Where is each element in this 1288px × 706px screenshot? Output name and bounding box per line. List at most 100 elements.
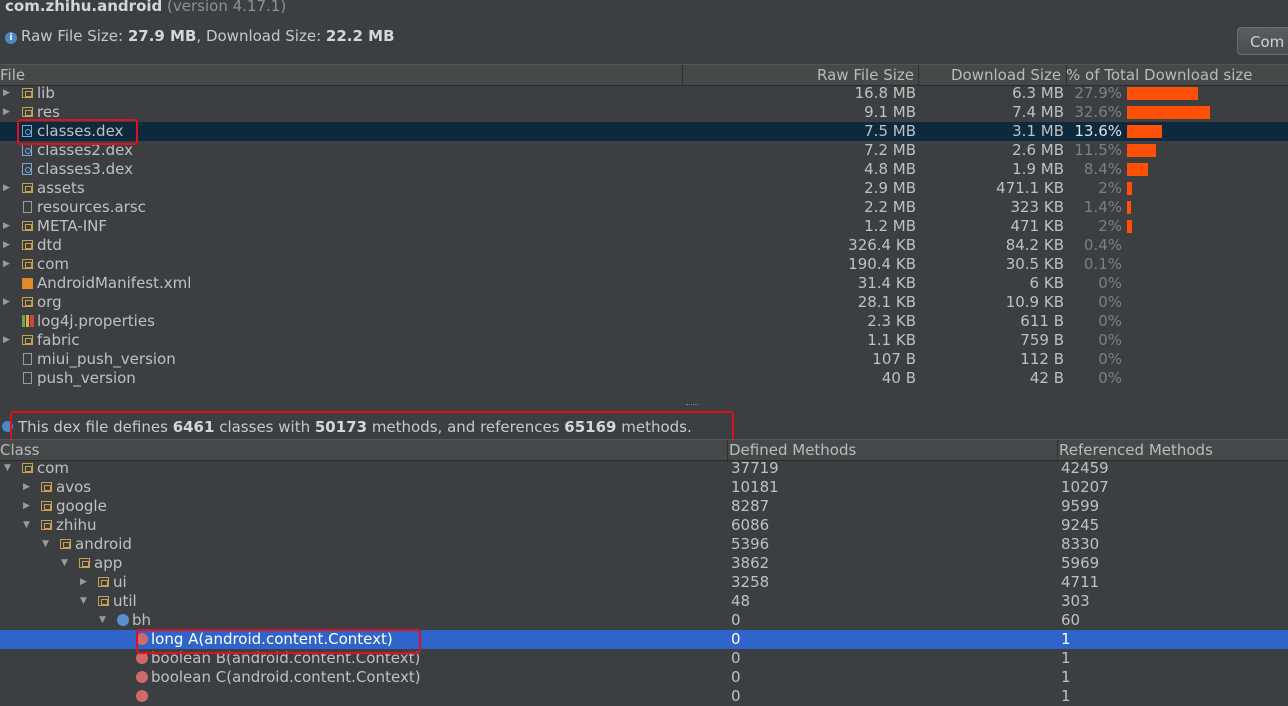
folder-icon xyxy=(22,183,33,193)
defined-methods: 0 xyxy=(731,687,741,705)
file-row[interactable]: miui_push_version 107 B 112 B 0% xyxy=(0,350,1288,369)
package-icon xyxy=(41,482,52,492)
expand-arrow-icon[interactable]: ▶ xyxy=(3,255,10,274)
expand-arrow-icon[interactable]: ▶ xyxy=(80,573,87,592)
class-name: android xyxy=(75,535,132,553)
percent-of-total: 0% xyxy=(1098,350,1122,368)
file-name: miui_push_version xyxy=(37,350,176,368)
collapse-arrow-icon[interactable]: ▼ xyxy=(23,516,30,535)
column-percent-total[interactable]: % of Total Download size xyxy=(1066,65,1252,85)
download-size: 759 B xyxy=(1020,331,1064,349)
referenced-methods: 1 xyxy=(1061,668,1071,686)
file-name: log4j.properties xyxy=(37,312,155,330)
file-row[interactable]: ▶ org 28.1 KB 10.9 KB 0% xyxy=(0,293,1288,312)
size-bar xyxy=(1127,125,1162,138)
expand-arrow-icon[interactable]: ▶ xyxy=(23,478,30,497)
column-file[interactable]: File xyxy=(0,65,25,85)
expand-arrow-icon[interactable]: ▶ xyxy=(3,236,10,255)
package-row[interactable]: ▼ zhihu 6086 9245 xyxy=(0,516,1288,535)
file-row[interactable]: ▶ res 9.1 MB 7.4 MB 32.6% xyxy=(0,103,1288,122)
pane-splitter[interactable] xyxy=(0,406,1288,410)
size-info: i Raw File Size: 27.9 MB, Download Size: … xyxy=(5,27,395,45)
file-row[interactable]: ▶ META-INF 1.2 MB 471 KB 2% xyxy=(0,217,1288,236)
column-defined-methods[interactable]: Defined Methods xyxy=(729,440,856,460)
file-row[interactable]: ▶ fabric 1.1 KB 759 B 0% xyxy=(0,331,1288,350)
package-row[interactable]: ▼ util 48 303 xyxy=(0,592,1288,611)
package-row[interactable]: ▶ avos 10181 10207 xyxy=(0,478,1288,497)
download-size: 6 KB xyxy=(1029,274,1064,292)
defined-methods: 5396 xyxy=(731,535,770,553)
file-name: lib xyxy=(37,84,55,102)
file-row[interactable]: ▶ dtd 326.4 KB 84.2 KB 0.4% xyxy=(0,236,1288,255)
package-row[interactable]: ▼ com 37719 42459 xyxy=(0,459,1288,478)
package-icon xyxy=(41,501,52,511)
splitter-grip[interactable] xyxy=(686,404,698,409)
method-row[interactable]: boolean C(android.content.Context) 0 1 xyxy=(0,668,1288,687)
referenced-methods: 10207 xyxy=(1061,478,1109,496)
download-size: 84.2 KB xyxy=(1005,236,1064,254)
referenced-methods: 8330 xyxy=(1061,535,1100,553)
file-row[interactable]: classes2.dex 7.2 MB 2.6 MB 11.5% xyxy=(0,141,1288,160)
size-bar xyxy=(1127,106,1210,119)
method-row[interactable]: 01 xyxy=(0,687,1288,706)
size-bar xyxy=(1127,163,1148,176)
file-row[interactable]: push_version 40 B 42 B 0% xyxy=(0,369,1288,388)
column-raw-size[interactable]: Raw File Size xyxy=(817,65,914,85)
download-size: 7.4 MB xyxy=(1012,103,1064,121)
raw-size: 9.1 MB xyxy=(864,103,916,121)
class-name: com xyxy=(37,459,70,477)
expand-arrow-icon[interactable]: ▶ xyxy=(3,293,10,312)
file-row[interactable]: classes3.dex 4.8 MB 1.9 MB 8.4% xyxy=(0,160,1288,179)
package-icon xyxy=(98,577,109,587)
dex-file-icon xyxy=(22,144,32,156)
defined-methods: 0 xyxy=(731,630,741,648)
file-name: META-INF xyxy=(37,217,108,235)
package-row[interactable]: ▼ app 3862 5969 xyxy=(0,554,1288,573)
expand-arrow-icon[interactable]: ▶ xyxy=(3,217,10,236)
referenced-methods: 1 xyxy=(1061,649,1071,667)
percent-of-total: 0% xyxy=(1098,293,1122,311)
package-row[interactable]: ▶ ui 3258 4711 xyxy=(0,573,1288,592)
collapse-arrow-icon[interactable]: ▼ xyxy=(61,554,68,573)
collapse-arrow-icon[interactable]: ▼ xyxy=(42,535,49,554)
file-name: fabric xyxy=(37,331,80,349)
package-icon xyxy=(98,596,109,606)
file-row[interactable]: resources.arsc 2.2 MB 323 KB 1.4% xyxy=(0,198,1288,217)
column-referenced-methods[interactable]: Referenced Methods xyxy=(1059,440,1213,460)
collapse-arrow-icon[interactable]: ▼ xyxy=(99,611,106,630)
collapse-arrow-icon[interactable]: ▼ xyxy=(80,592,87,611)
download-size: 2.6 MB xyxy=(1012,141,1064,159)
raw-size: 28.1 KB xyxy=(857,293,916,311)
xml-file-icon xyxy=(22,278,33,289)
download-size: 112 B xyxy=(1020,350,1064,368)
class-name: google xyxy=(56,497,107,515)
referenced-methods: 5969 xyxy=(1061,554,1100,572)
collapse-arrow-icon[interactable]: ▼ xyxy=(4,459,11,478)
percent-of-total: 0.4% xyxy=(1083,236,1122,254)
expand-arrow-icon[interactable]: ▶ xyxy=(3,103,10,122)
download-size: 30.5 KB xyxy=(1005,255,1064,273)
highlight-box-summary xyxy=(10,411,734,442)
expand-arrow-icon[interactable]: ▶ xyxy=(23,497,30,516)
expand-arrow-icon[interactable]: ▶ xyxy=(3,331,10,350)
file-row[interactable]: classes.dex 7.5 MB 3.1 MB 13.6% xyxy=(0,122,1288,141)
highlight-box-classes-dex xyxy=(17,119,138,145)
package-row[interactable]: ▼ android 5396 8330 xyxy=(0,535,1288,554)
file-row[interactable]: AndroidManifest.xml 31.4 KB 6 KB 0% xyxy=(0,274,1288,293)
file-row[interactable]: log4j.properties 2.3 KB 611 B 0% xyxy=(0,312,1288,331)
download-size: 6.3 MB xyxy=(1012,84,1064,102)
file-row[interactable]: ▶ lib 16.8 MB 6.3 MB 27.9% xyxy=(0,84,1288,103)
expand-arrow-icon[interactable]: ▶ xyxy=(3,84,10,103)
file-row[interactable]: ▶ com 190.4 KB 30.5 KB 0.1% xyxy=(0,255,1288,274)
folder-icon xyxy=(22,88,33,98)
percent-of-total: 27.9% xyxy=(1074,84,1122,102)
expand-arrow-icon[interactable]: ▶ xyxy=(3,179,10,198)
class-row[interactable]: ▼ bh 0 60 xyxy=(0,611,1288,630)
defined-methods: 37719 xyxy=(731,459,779,477)
package-row[interactable]: ▶ google 8287 9599 xyxy=(0,497,1288,516)
compare-button[interactable]: Com xyxy=(1237,27,1288,55)
column-class[interactable]: Class xyxy=(0,440,39,460)
column-download-size[interactable]: Download Size xyxy=(951,65,1061,85)
defined-methods: 10181 xyxy=(731,478,779,496)
file-row[interactable]: ▶ assets 2.9 MB 471.1 KB 2% xyxy=(0,179,1288,198)
